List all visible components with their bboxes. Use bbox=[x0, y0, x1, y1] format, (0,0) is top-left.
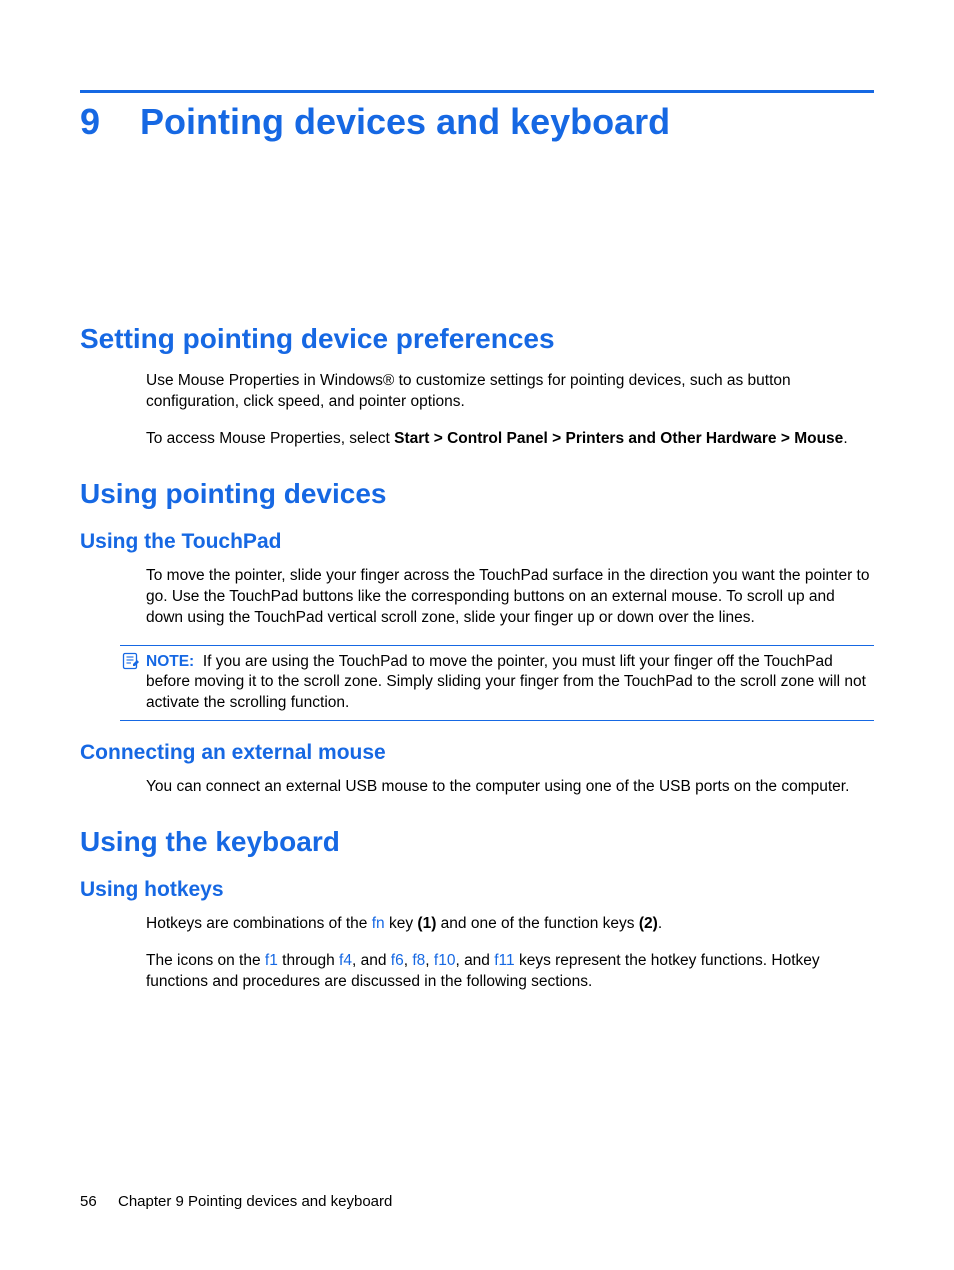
text: , and bbox=[455, 952, 494, 969]
text: key bbox=[385, 915, 418, 932]
note-label: NOTE: bbox=[146, 653, 194, 670]
page-number: 56 bbox=[80, 1193, 118, 1210]
note-content: NOTE: If you are using the TouchPad to m… bbox=[146, 652, 874, 715]
subsection-heading-external-mouse: Connecting an external mouse bbox=[80, 741, 874, 765]
chapter-rule bbox=[80, 90, 874, 93]
chapter-heading: 9Pointing devices and keyboard bbox=[80, 101, 874, 143]
callout: (2) bbox=[639, 915, 658, 932]
section-heading-pointing: Using pointing devices bbox=[80, 478, 874, 510]
callout: (1) bbox=[417, 915, 436, 932]
text: and one of the function keys bbox=[436, 915, 639, 932]
text: . bbox=[843, 430, 847, 447]
key-f1: f1 bbox=[265, 952, 278, 969]
subsection-heading-touchpad: Using the TouchPad bbox=[80, 530, 874, 554]
text: The icons on the bbox=[146, 952, 265, 969]
footer-chapter: Chapter 9 Pointing devices and keyboard bbox=[118, 1193, 392, 1210]
note-icon bbox=[120, 652, 142, 677]
text: Hotkeys are combinations of the bbox=[146, 915, 372, 932]
key-fn: fn bbox=[372, 915, 385, 932]
key-f4: f4 bbox=[339, 952, 352, 969]
key-f6: f6 bbox=[391, 952, 404, 969]
note-text: If you are using the TouchPad to move th… bbox=[146, 653, 866, 712]
paragraph: To access Mouse Properties, select Start… bbox=[146, 429, 874, 450]
text: , and bbox=[352, 952, 391, 969]
key-f11: f11 bbox=[494, 952, 514, 969]
section-heading-keyboard: Using the keyboard bbox=[80, 826, 874, 858]
page-footer: 56Chapter 9 Pointing devices and keyboar… bbox=[80, 1193, 392, 1210]
text: through bbox=[278, 952, 339, 969]
menu-path: Start > Control Panel > Printers and Oth… bbox=[394, 430, 843, 447]
text: , bbox=[425, 952, 434, 969]
key-f8: f8 bbox=[412, 952, 425, 969]
section-heading-preferences: Setting pointing device preferences bbox=[80, 323, 874, 355]
text: To access Mouse Properties, select bbox=[146, 430, 394, 447]
paragraph: Hotkeys are combinations of the fn key (… bbox=[146, 914, 874, 935]
chapter-number: 9 bbox=[80, 101, 140, 143]
key-f10: f10 bbox=[434, 952, 456, 969]
note-block: NOTE: If you are using the TouchPad to m… bbox=[120, 645, 874, 722]
paragraph: The icons on the f1 through f4, and f6, … bbox=[146, 951, 874, 993]
paragraph: To move the pointer, slide your finger a… bbox=[146, 566, 874, 629]
paragraph: You can connect an external USB mouse to… bbox=[146, 777, 874, 798]
subsection-heading-hotkeys: Using hotkeys bbox=[80, 878, 874, 902]
text: . bbox=[658, 915, 662, 932]
chapter-title: Pointing devices and keyboard bbox=[140, 101, 670, 142]
paragraph: Use Mouse Properties in Windows® to cust… bbox=[146, 371, 874, 413]
